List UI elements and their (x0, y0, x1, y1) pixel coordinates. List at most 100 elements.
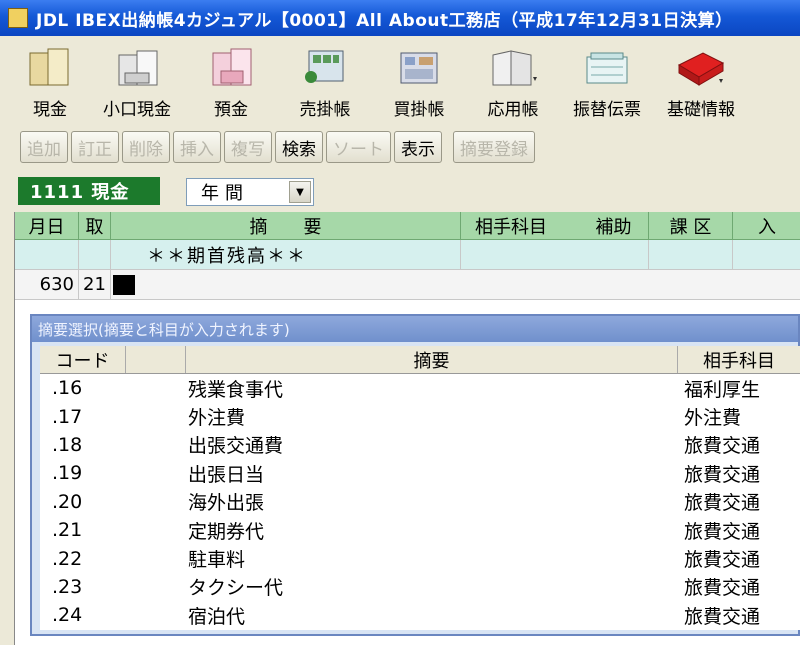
item-code: .19 (52, 462, 83, 485)
list-item[interactable]: .23 タクシー代 旅費交通 (40, 573, 800, 601)
item-account: 旅費交通 (684, 435, 761, 458)
toolbar-applied-book-label: 応用帳 (487, 100, 539, 120)
toolbar-basic-info-label: 基礎情報 (667, 100, 735, 120)
toolbar-petty-cash-label: 小口現金 (103, 100, 171, 120)
list-item[interactable]: .22 駐車料 旅費交通 (40, 544, 800, 572)
popup-header: コード 摘要 相手科目 (40, 346, 800, 374)
item-summary: 駐車料 (188, 549, 246, 572)
fix-button[interactable]: 訂正 (71, 131, 119, 163)
toolbar-cash-label: 現金 (33, 100, 67, 120)
toolbar-applied-book-button[interactable]: 応用帳 (466, 36, 560, 126)
list-item[interactable]: .24 宿泊代 旅費交通 (40, 601, 800, 629)
item-account: 外注費 (684, 407, 742, 430)
item-code: .22 (52, 547, 83, 570)
list-item[interactable]: .20 海外出張 旅費交通 (40, 488, 800, 516)
toolbar-transfer-slip-button[interactable]: 振替伝票 (560, 36, 654, 126)
column-sub-account: 補助 (579, 212, 649, 239)
item-code: .17 (52, 405, 83, 428)
register-summary-button[interactable]: 摘要登録 (453, 131, 535, 163)
summary-select-popup: 摘要選択(摘要と科目が入力されます) コード 摘要 相手科目 .16 残業食事代 福… (30, 314, 800, 636)
account-label: 1111 現金 (18, 177, 160, 205)
popup-column-blank (126, 346, 186, 373)
sort-button[interactable]: ソート (326, 131, 391, 163)
basic-info-icon (677, 52, 725, 86)
item-code: .18 (52, 433, 83, 456)
action-toolbar: 追加 訂正 削除 挿入 複写 検索 ソート 表示 摘要登録 (0, 126, 800, 168)
insert-button[interactable]: 挿入 (173, 131, 221, 163)
cell-empty (15, 240, 79, 269)
item-summary: 定期券代 (188, 520, 265, 543)
main-toolbar: 現金 小口現金 預金 売掛帳 買掛帳 応用帳 振替伝票 基礎情報 (0, 36, 800, 126)
payables-icon (400, 52, 438, 84)
applied-book-icon (492, 50, 537, 86)
cell-empty (461, 240, 649, 269)
period-select[interactable]: 年間 ▼ (186, 178, 314, 206)
opening-balance-row[interactable]: ＊＊期首残高＊＊ (15, 240, 800, 270)
toolbar-petty-cash-button[interactable]: 小口現金 (90, 36, 184, 126)
cell-empty (79, 240, 111, 269)
item-summary: 出張日当 (188, 463, 265, 486)
receivables-icon (305, 50, 344, 83)
column-tax-class: 課 区 (649, 212, 733, 239)
toolbar-deposit-label: 預金 (214, 100, 248, 120)
entry-row[interactable]: 630 21 (15, 270, 800, 300)
column-type: 取 (79, 212, 111, 239)
column-date: 月日 (15, 212, 79, 239)
delete-button[interactable]: 削除 (122, 131, 170, 163)
popup-title: 摘要選択(摘要と科目が入力されます) (32, 316, 798, 342)
list-item[interactable]: .16 残業食事代 福利厚生 (40, 374, 800, 402)
item-summary: 残業食事代 (188, 378, 284, 401)
petty-cash-icon (118, 50, 158, 86)
toolbar-receivables-label: 売掛帳 (299, 100, 351, 120)
cash-icon (29, 48, 69, 86)
toolbar-deposit-button[interactable]: 預金 (184, 36, 278, 126)
item-summary: 出張交通費 (188, 435, 284, 458)
column-summary: 摘 要 (111, 212, 461, 239)
item-summary: 宿泊代 (188, 605, 246, 628)
title-bar[interactable]: JDL IBEX出納帳4カジュアル【0001】All About工務店（平成17… (0, 0, 800, 36)
app-window: JDL IBEX出納帳4カジュアル【0001】All About工務店（平成17… (0, 0, 800, 645)
ledger-header: 月日 取 摘 要 相手科目 補助 課 区 入 (15, 212, 800, 240)
item-code: .16 (52, 377, 83, 400)
entry-summary-input[interactable] (111, 270, 800, 299)
add-button[interactable]: 追加 (20, 131, 68, 163)
app-icon (8, 8, 28, 28)
item-summary: 外注費 (188, 407, 246, 430)
toolbar-receivables-button[interactable]: 売掛帳 (278, 36, 372, 126)
item-account: 旅費交通 (684, 463, 761, 486)
item-code: .24 (52, 604, 83, 627)
item-account: 旅費交通 (684, 605, 761, 628)
item-code: .21 (52, 519, 83, 542)
popup-column-summary: 摘要 (186, 346, 678, 373)
popup-column-code: コード (40, 346, 126, 373)
cell-empty (733, 240, 800, 269)
entry-date[interactable]: 630 (15, 270, 79, 299)
item-account: 旅費交通 (684, 520, 761, 543)
item-account: 旅費交通 (684, 549, 761, 572)
popup-column-account: 相手科目 (703, 350, 775, 372)
chevron-down-icon[interactable]: ▼ (289, 181, 311, 203)
text-cursor (113, 274, 135, 295)
list-item[interactable]: .21 定期券代 旅費交通 (40, 516, 800, 544)
list-item[interactable]: .19 出張日当 旅費交通 (40, 459, 800, 487)
list-item[interactable]: .18 出張交通費 旅費交通 (40, 431, 800, 459)
window-title: JDL IBEX出納帳4カジュアル【0001】All About工務店（平成17… (36, 10, 733, 31)
entry-code[interactable]: 21 (79, 270, 111, 299)
opening-balance-label: ＊＊期首残高＊＊ (111, 240, 461, 269)
toolbar-cash-button[interactable]: 現金 (10, 36, 90, 126)
item-summary: タクシー代 (188, 577, 284, 600)
toolbar-transfer-slip-label: 振替伝票 (573, 100, 641, 120)
search-button[interactable]: 検索 (275, 131, 323, 163)
item-account: 旅費交通 (684, 492, 761, 515)
deposit-icon (212, 48, 252, 86)
copy-button[interactable]: 複写 (224, 131, 272, 163)
item-summary: 海外出張 (188, 492, 265, 515)
toolbar-basic-info-button[interactable]: 基礎情報 (654, 36, 748, 126)
item-code: .23 (52, 575, 83, 598)
cell-empty (649, 240, 733, 269)
column-income: 入 (758, 216, 776, 238)
display-button[interactable]: 表示 (394, 131, 442, 163)
toolbar-payables-button[interactable]: 買掛帳 (372, 36, 466, 126)
list-item[interactable]: .17 外注費 外注費 (40, 402, 800, 430)
transfer-slip-icon (586, 52, 628, 84)
